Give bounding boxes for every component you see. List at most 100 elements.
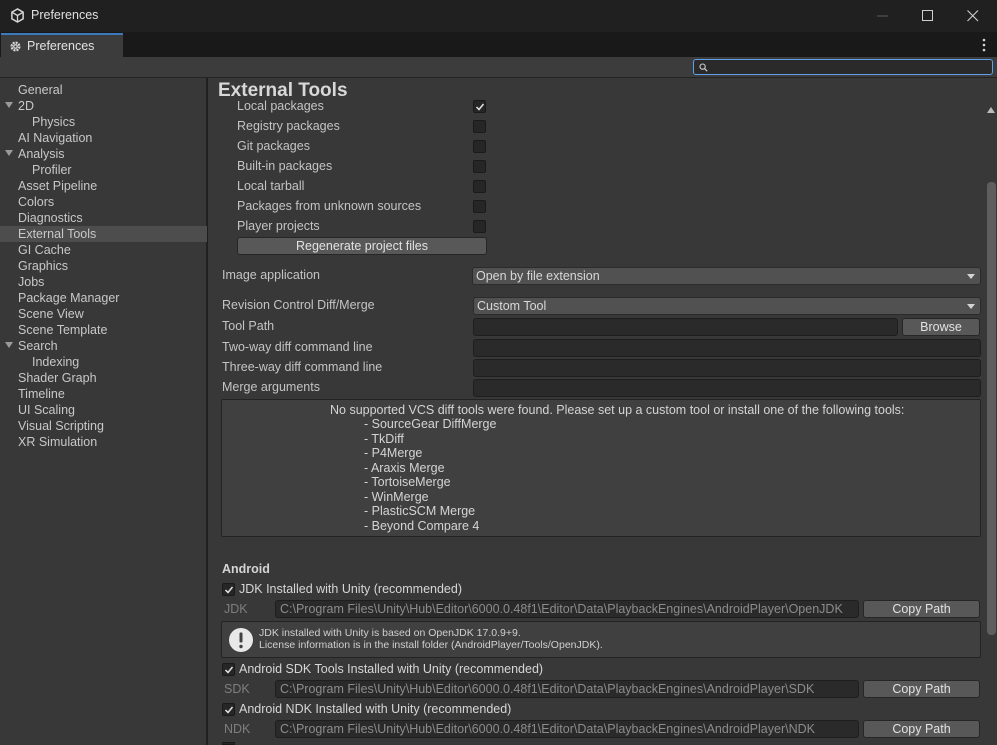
sidebar-item-label: Profiler <box>32 163 72 177</box>
sidebar-item-physics[interactable]: Physics <box>0 114 207 130</box>
vcs-help-message: No supported VCS diff tools were found. … <box>330 403 905 417</box>
sidebar-item-general[interactable]: General <box>0 82 207 98</box>
sidebar-item-asset-pipeline[interactable]: Asset Pipeline <box>0 178 207 194</box>
maximize-button[interactable] <box>905 0 951 32</box>
sdk-path-field[interactable]: C:\Program Files\Unity\Hub\Editor\6000.0… <box>275 680 859 698</box>
sdk-field-label: SDK <box>224 682 250 696</box>
sidebar-item-ui-scaling[interactable]: UI Scaling <box>0 402 207 418</box>
sidebar-item-shader-graph[interactable]: Shader Graph <box>0 370 207 386</box>
sidebar-item-indexing[interactable]: Indexing <box>0 354 207 370</box>
package-option-label: Git packages <box>237 139 310 153</box>
jdk-checkbox[interactable] <box>222 583 235 596</box>
expand-arrow-icon[interactable] <box>5 150 14 158</box>
sidebar-item-timeline[interactable]: Timeline <box>0 386 207 402</box>
sdk-checkbox[interactable] <box>222 663 235 676</box>
ndk-path-field[interactable]: C:\Program Files\Unity\Hub\Editor\6000.0… <box>275 720 859 738</box>
sidebar-item-xr-simulation[interactable]: XR Simulation <box>0 434 207 450</box>
sidebar-item-label: Indexing <box>32 355 80 369</box>
close-icon <box>967 10 979 22</box>
ndk-copy-path-button[interactable]: Copy Path <box>863 720 980 738</box>
package-option-checkbox[interactable] <box>473 180 486 193</box>
scroll-up-icon[interactable] <box>986 106 996 114</box>
jdk-info-line-2: License information is in the install fo… <box>259 639 603 651</box>
package-option-checkbox[interactable] <box>473 120 486 133</box>
more-options-icon[interactable] <box>978 37 990 53</box>
tool-path-field[interactable] <box>473 318 898 336</box>
sdk-copy-path-button[interactable]: Copy Path <box>863 680 980 698</box>
sidebar-item-gi-cache[interactable]: GI Cache <box>0 242 207 258</box>
search-input[interactable] <box>710 60 990 74</box>
jdk-copy-path-button[interactable]: Copy Path <box>863 600 980 618</box>
image-application-dropdown[interactable]: Open by file extension <box>472 267 981 285</box>
package-option-checkbox[interactable] <box>473 160 486 173</box>
minimize-button[interactable] <box>860 0 906 32</box>
vcs-tool-item: - Araxis Merge <box>364 460 445 475</box>
package-option-checkbox[interactable] <box>473 100 486 113</box>
sidebar-item-external-tools[interactable]: External Tools <box>0 226 207 242</box>
sidebar-item-colors[interactable]: Colors <box>0 194 207 210</box>
sidebar-item-label: Physics <box>32 115 76 129</box>
vcs-tool-item: - WinMerge <box>364 489 429 504</box>
gear-icon <box>10 41 21 52</box>
sidebar-item-analysis[interactable]: Analysis <box>0 146 207 162</box>
jdk-checkbox-label: JDK Installed with Unity (recommended) <box>239 582 462 596</box>
window-title: Preferences <box>31 8 99 22</box>
close-button[interactable] <box>950 0 996 32</box>
maximize-icon <box>922 10 933 21</box>
sidebar-item-label: Package Manager <box>18 291 120 305</box>
tab-bar: Preferences <box>0 32 997 57</box>
title-bar: Preferences <box>0 0 997 32</box>
ndk-checkbox-label: Android NDK Installed with Unity (recomm… <box>239 702 512 716</box>
sidebar-item-label: External Tools <box>18 227 97 241</box>
sidebar-item-scene-view[interactable]: Scene View <box>0 306 207 322</box>
three-way-diff-field[interactable] <box>473 359 981 377</box>
sidebar-item-2d[interactable]: 2D <box>0 98 207 114</box>
sidebar-item-graphics[interactable]: Graphics <box>0 258 207 274</box>
search-icon <box>699 63 708 72</box>
sidebar-item-scene-template[interactable]: Scene Template <box>0 322 207 338</box>
regenerate-project-files-button[interactable]: Regenerate project files <box>237 237 487 255</box>
sidebar-item-diagnostics[interactable]: Diagnostics <box>0 210 207 226</box>
sidebar-item-label: Analysis <box>18 147 65 161</box>
search-box[interactable] <box>693 59 993 75</box>
sidebar-item-profiler[interactable]: Profiler <box>0 162 207 178</box>
chevron-down-icon <box>967 304 975 309</box>
vcs-tool-item: - Beyond Compare 4 <box>364 518 480 533</box>
vcs-tool-item: - P4Merge <box>364 446 423 460</box>
sidebar-item-label: XR Simulation <box>18 435 98 449</box>
jdk-path-field[interactable]: C:\Program Files\Unity\Hub\Editor\6000.0… <box>275 600 859 618</box>
sidebar-item-search[interactable]: Search <box>0 338 207 354</box>
merge-arguments-field[interactable] <box>473 379 981 397</box>
jdk-info-line-1: JDK installed with Unity is based on Ope… <box>259 627 521 639</box>
sidebar-item-label: UI Scaling <box>18 403 75 417</box>
sidebar-item-label: Visual Scripting <box>18 419 104 433</box>
sidebar-item-visual-scripting[interactable]: Visual Scripting <box>0 418 207 434</box>
vcs-help-box: No supported VCS diff tools were found. … <box>221 399 981 537</box>
vertical-scrollbar[interactable] <box>987 182 996 635</box>
diff-merge-value: Custom Tool <box>477 299 547 313</box>
unity-logo-icon <box>11 8 24 23</box>
browse-button[interactable]: Browse <box>902 318 980 336</box>
ndk-checkbox[interactable] <box>222 703 235 716</box>
sidebar-item-jobs[interactable]: Jobs <box>0 274 207 290</box>
package-option-checkbox[interactable] <box>473 200 486 213</box>
package-option-checkbox[interactable] <box>473 140 486 153</box>
diff-merge-dropdown[interactable]: Custom Tool <box>473 297 981 315</box>
tab-preferences[interactable]: Preferences <box>1 33 123 57</box>
sidebar-item-label: 2D <box>18 99 34 113</box>
tool-path-label: Tool Path <box>222 319 275 333</box>
sidebar-item-package-manager[interactable]: Package Manager <box>0 290 207 306</box>
sidebar-item-label: Jobs <box>18 275 45 289</box>
package-option-checkbox[interactable] <box>473 220 486 233</box>
two-way-diff-field[interactable] <box>473 339 981 357</box>
ndk-field-label: NDK <box>224 722 251 736</box>
sidebar-item-label: General <box>18 83 63 97</box>
info-icon <box>229 628 253 652</box>
sidebar-item-label: Asset Pipeline <box>18 179 98 193</box>
expand-arrow-icon[interactable] <box>5 102 14 110</box>
expand-arrow-icon[interactable] <box>5 342 14 350</box>
sidebar-item-ai-navigation[interactable]: AI Navigation <box>0 130 207 146</box>
image-application-label: Image application <box>222 268 320 282</box>
package-option-label: Built-in packages <box>237 159 333 173</box>
sidebar: General 2D Physics AI Navigation Analysis Pro… <box>0 78 207 745</box>
